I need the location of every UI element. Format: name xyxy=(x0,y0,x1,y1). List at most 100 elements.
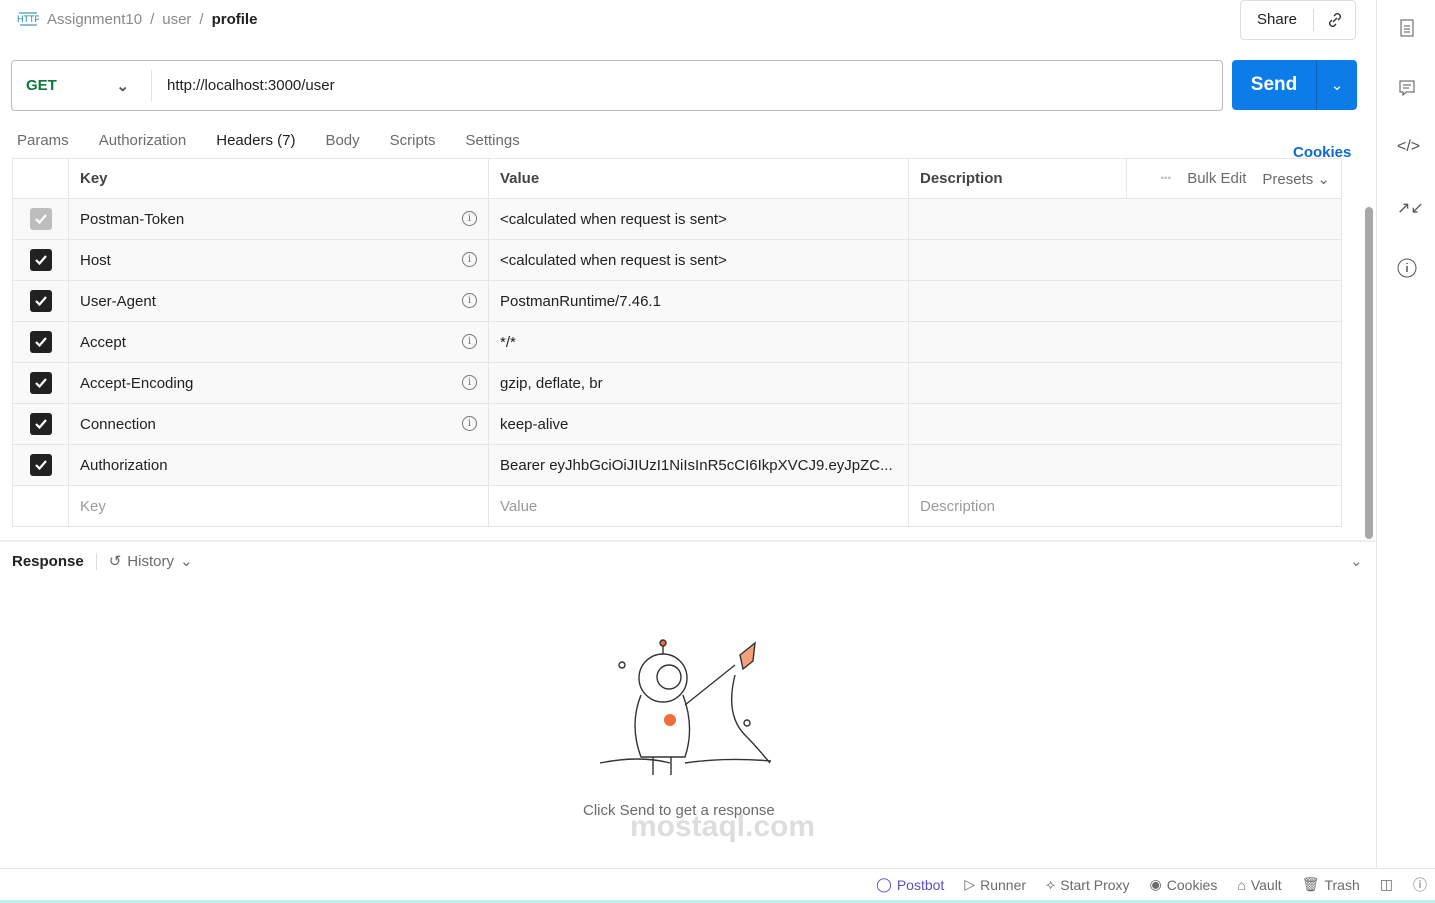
send-button[interactable]: Send xyxy=(1232,60,1317,110)
pane-divider[interactable] xyxy=(0,540,1376,542)
header-key-cell[interactable]: Accept-Encoding i xyxy=(68,362,489,404)
header-key-cell[interactable]: Host i xyxy=(68,239,489,281)
info-icon[interactable]: i xyxy=(462,292,477,308)
breadcrumb: HTTP Assignment10/ user / profile xyxy=(17,10,258,28)
send-button-group: Send ⌄ xyxy=(1232,60,1357,110)
breadcrumb-folder[interactable]: user xyxy=(162,11,191,28)
enable-checkbox[interactable] xyxy=(29,413,52,435)
table-row: Accept-Encoding i gzip, deflate, br xyxy=(12,362,1342,404)
new-value-input[interactable]: Value xyxy=(488,485,909,527)
presets-dropdown[interactable]: Presets ⌄ xyxy=(1262,170,1330,188)
bulk-edit-button[interactable]: Bulk Edit xyxy=(1187,170,1246,187)
two-pane-icon[interactable]: ◫ xyxy=(1380,876,1393,893)
send-options-chevron-icon[interactable]: ⌄ xyxy=(1317,60,1357,110)
help-icon[interactable]: ⓘ xyxy=(1413,875,1427,895)
header-description-cell[interactable] xyxy=(908,362,1342,404)
footer-trash[interactable]: 🗑 Trash xyxy=(1302,876,1360,893)
info-icon[interactable]: i xyxy=(462,374,477,390)
footer-start-proxy[interactable]: ⟡ Start Proxy xyxy=(1046,876,1130,893)
footer-vault[interactable]: ⌂ Vault xyxy=(1237,877,1281,893)
enable-checkbox[interactable] xyxy=(29,290,52,312)
request-tabs: Params Authorization Headers (7) Body Sc… xyxy=(17,132,520,160)
header-value-cell[interactable]: <calculated when request is sent> xyxy=(488,239,909,281)
tab-scripts[interactable]: Scripts xyxy=(390,132,436,160)
header-description-cell[interactable] xyxy=(908,321,1342,363)
info-icon[interactable]: i xyxy=(462,415,477,431)
header-description-cell[interactable] xyxy=(908,239,1342,281)
tab-authorization[interactable]: Authorization xyxy=(99,132,187,160)
header-description-cell[interactable] xyxy=(908,198,1342,240)
table-row: Connection i keep-alive xyxy=(12,403,1342,445)
header-value-cell[interactable]: keep-alive xyxy=(488,403,909,445)
info-icon[interactable]: i xyxy=(462,333,477,349)
tab-settings[interactable]: Settings xyxy=(466,132,520,160)
header-value-cell[interactable]: <calculated when request is sent> xyxy=(488,198,909,240)
runner-icon: ▷ xyxy=(964,876,976,892)
header-description-cell[interactable] xyxy=(908,280,1342,322)
cookie-icon: ◉ xyxy=(1149,876,1162,892)
table-row: Authorization Bearer eyJhbGciOiJIUzI1NiI… xyxy=(12,444,1342,486)
column-description: Description xyxy=(908,158,1127,199)
enable-checkbox[interactable] xyxy=(29,331,52,353)
header-key-cell[interactable]: Accept i xyxy=(68,321,489,363)
history-dropdown[interactable]: ↺ History ⌄ xyxy=(109,552,193,571)
footer-cookies[interactable]: ◉ Cookies xyxy=(1150,876,1218,893)
proxy-icon: ⟡ xyxy=(1046,876,1056,892)
new-key-input[interactable]: Key xyxy=(68,485,489,527)
link-icon[interactable] xyxy=(1326,11,1344,29)
header-key-cell[interactable]: User-Agent i xyxy=(68,280,489,322)
url-input[interactable]: http://localhost:3000/user xyxy=(152,77,335,94)
postbot-icon: ◯ xyxy=(876,876,892,892)
headers-table: Key Value Description ◦◦◦ Bulk Edit Preset… xyxy=(12,158,1342,527)
column-key: Key xyxy=(68,158,489,199)
enable-checkbox[interactable] xyxy=(29,249,52,271)
http-icon: HTTP xyxy=(17,12,39,26)
header-value-cell[interactable]: PostmanRuntime/7.46.1 xyxy=(488,280,909,322)
column-value: Value xyxy=(488,158,909,199)
info-icon[interactable] xyxy=(1397,258,1417,278)
header-value-cell[interactable]: gzip, deflate, br xyxy=(488,362,909,404)
watermark: mostaql.com xyxy=(630,810,816,843)
tab-headers[interactable]: Headers (7) xyxy=(216,132,296,160)
status-bar: ◯ Postbot ▷ Runner ⟡ Start Proxy ◉ Cookies ⌂… xyxy=(0,868,1435,903)
documentation-icon[interactable] xyxy=(1397,18,1417,38)
share-button[interactable]: Share xyxy=(1240,0,1356,40)
trash-icon: 🗑 xyxy=(1301,876,1320,892)
table-row: User-Agent i PostmanRuntime/7.46.1 xyxy=(12,280,1342,322)
comments-icon[interactable] xyxy=(1397,78,1417,98)
astronaut-illustration xyxy=(599,639,772,775)
header-key-cell[interactable]: Connection i xyxy=(68,403,489,445)
new-description-input[interactable]: Description xyxy=(908,485,1342,527)
info-icon[interactable]: i xyxy=(462,251,477,267)
collapse-chevron-icon[interactable]: ⌄ xyxy=(1350,552,1363,570)
method-select[interactable]: GET ⌄ xyxy=(12,69,152,102)
footer-runner[interactable]: ▷ Runner xyxy=(964,876,1026,893)
related-collections-icon[interactable]: ↗↙ xyxy=(1397,198,1424,218)
breadcrumb-collection[interactable]: Assignment10 xyxy=(47,11,142,28)
enable-checkbox[interactable] xyxy=(29,372,52,394)
scrollbar[interactable] xyxy=(1365,207,1373,539)
more-icon[interactable]: ◦◦◦ xyxy=(1161,173,1172,184)
header-key-cell[interactable]: Postman-Token i xyxy=(68,198,489,240)
info-icon[interactable]: i xyxy=(462,210,477,226)
new-header-row: Key Value Description xyxy=(12,485,1342,527)
code-icon[interactable]: </> xyxy=(1397,138,1420,158)
tab-params[interactable]: Params xyxy=(17,132,69,160)
header-description-cell[interactable] xyxy=(908,403,1342,445)
enable-checkbox[interactable] xyxy=(29,454,52,476)
breadcrumb-request[interactable]: profile xyxy=(212,11,258,28)
header-value-cell[interactable]: */* xyxy=(488,321,909,363)
url-bar: GET ⌄ http://localhost:3000/user xyxy=(11,60,1223,111)
chevron-down-icon: ⌄ xyxy=(116,77,129,95)
footer-postbot[interactable]: ◯ Postbot xyxy=(876,876,944,893)
header-description-cell[interactable] xyxy=(908,444,1342,486)
header-key-cell[interactable]: Authorization xyxy=(68,444,489,486)
table-row: Accept i */* xyxy=(12,321,1342,363)
right-sidebar: </> ↗↙ xyxy=(1376,0,1435,868)
share-label[interactable]: Share xyxy=(1241,9,1315,31)
response-title: Response xyxy=(12,552,97,570)
tab-body[interactable]: Body xyxy=(325,132,359,160)
enable-checkbox xyxy=(29,208,52,230)
svg-text:HTTP: HTTP xyxy=(17,14,39,24)
header-value-cell[interactable]: Bearer eyJhbGciOiJIUzI1NiIsInR5cCI6IkpXV… xyxy=(488,444,909,486)
